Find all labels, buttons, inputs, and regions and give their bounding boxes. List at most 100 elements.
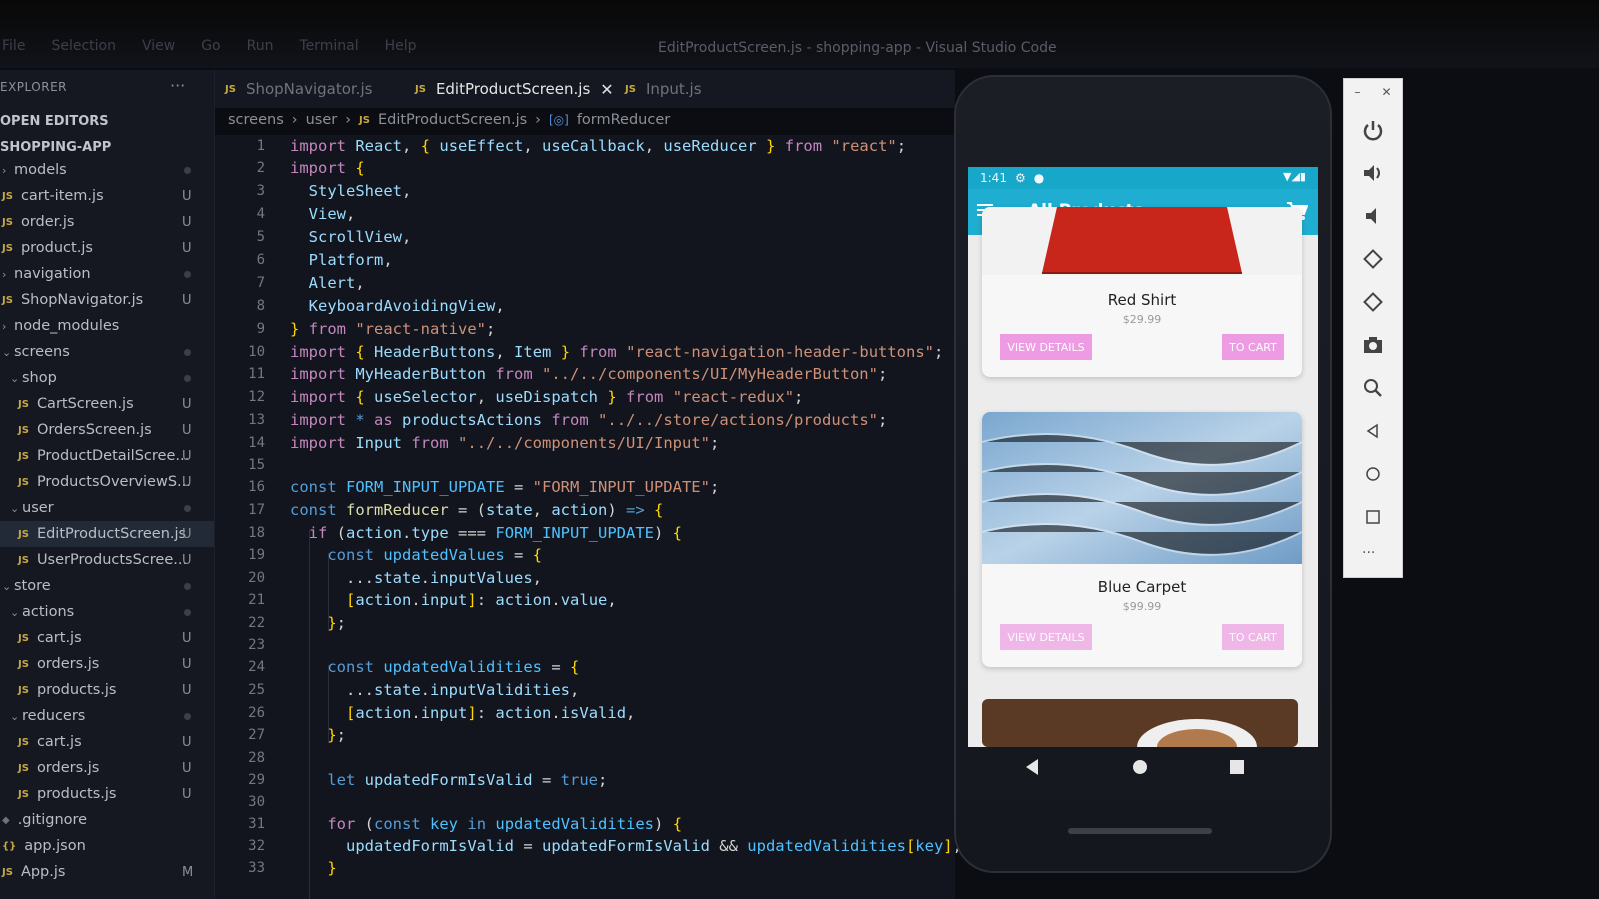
sidebar-item[interactable]: JS orders.js U <box>0 651 214 677</box>
sidebar-item[interactable]: JS EditProductScreen.js U <box>0 521 214 547</box>
code-editor[interactable]: 1 2 3 4 5 6 7 8 9 10 11 12 13 14 15 16 17 18 19 20 21 22 23 24 2… <box>215 135 962 899</box>
sidebar-item[interactable]: JS App.js M <box>0 859 214 885</box>
code-line: import { HeaderButtons, Item } from "rea… <box>290 343 944 361</box>
menu-file[interactable]: File <box>0 38 27 54</box>
menu-help[interactable]: Help <box>383 38 419 54</box>
js-file-icon: JS <box>18 762 29 774</box>
camera-icon[interactable] <box>1360 332 1386 358</box>
git-status-badge: M <box>182 864 194 880</box>
chevron-right-icon: › <box>291 112 298 128</box>
status-time: 1:41 <box>980 171 1007 185</box>
close-icon[interactable]: ✕ <box>1381 85 1391 99</box>
sidebar-item[interactable]: JS cart.js U <box>0 729 214 755</box>
js-file-icon: JS <box>359 114 370 126</box>
product-card[interactable]: Red Shirt $29.99 VIEW DETAILS TO CART <box>982 207 1302 377</box>
rotate-right-icon[interactable] <box>1360 289 1386 315</box>
sidebar-item[interactable]: JS OrdersScreen.js U <box>0 417 214 443</box>
sidebar-item[interactable]: {} app.json <box>0 833 214 859</box>
sidebar-item[interactable]: JS products.js U <box>0 677 214 703</box>
sidebar-item[interactable]: JS CartScreen.js U <box>0 391 214 417</box>
tab-shopnavigator[interactable]: JS ShopNavigator.js <box>225 70 372 108</box>
tab-label: ShopNavigator.js <box>245 80 373 98</box>
home-icon[interactable] <box>1360 461 1386 487</box>
line-number: 24 <box>248 659 265 675</box>
power-icon[interactable] <box>1360 117 1386 143</box>
open-editors-section[interactable]: OPEN EDITORS <box>0 108 214 134</box>
line-number: 9 <box>256 321 265 337</box>
sidebar-item[interactable]: JS ProductsOverviewS... U <box>0 469 214 495</box>
js-file-icon: JS <box>415 83 426 95</box>
sidebar-item[interactable]: ⌄ shop <box>0 365 214 391</box>
emulator-window-controls: – ✕ <box>1344 85 1402 99</box>
rotate-left-icon[interactable] <box>1360 246 1386 272</box>
breadcrumb-item[interactable]: screens <box>228 112 284 128</box>
js-file-icon: JS <box>18 476 29 488</box>
tab-input[interactable]: JS Input.js <box>625 70 702 108</box>
view-details-button[interactable]: VIEW DETAILS <box>1000 334 1092 360</box>
minimize-icon[interactable]: – <box>1354 85 1360 99</box>
volume-down-icon[interactable] <box>1360 203 1386 229</box>
sidebar-item-label: screens <box>14 344 70 360</box>
sidebar-item-label: app.json <box>24 838 86 854</box>
back-icon[interactable] <box>1026 759 1038 775</box>
breadcrumb-item[interactable]: formReducer <box>577 112 670 128</box>
sidebar-item[interactable]: JS cart-item.js U <box>0 183 214 209</box>
breadcrumb-item[interactable]: EditProductScreen.js <box>378 112 527 128</box>
sidebar-item[interactable]: ⌄ actions <box>0 599 214 625</box>
sidebar-item[interactable]: ◆ .gitignore <box>0 807 214 833</box>
breadcrumb-item[interactable]: user <box>306 112 338 128</box>
tab-editproductscreen[interactable]: JS EditProductScreen.js ✕ <box>415 70 614 108</box>
sidebar-item[interactable]: ⌄ user <box>0 495 214 521</box>
zoom-icon[interactable] <box>1360 375 1386 401</box>
sidebar-item[interactable]: JS cart.js U <box>0 625 214 651</box>
sidebar-item[interactable]: ⌄ store <box>0 573 214 599</box>
chevron-icon: ⌄ <box>2 345 12 359</box>
menu-selection[interactable]: Selection <box>49 38 118 54</box>
sidebar-item-label: node_modules <box>14 318 120 334</box>
line-number: 25 <box>248 682 265 698</box>
phone-screen[interactable]: 1:41 ⚙ ● ▼◢▮ All Products Red Shirt $29.… <box>968 167 1318 747</box>
sidebar-item[interactable]: JS products.js U <box>0 781 214 807</box>
back-icon[interactable] <box>1360 418 1386 444</box>
sidebar-item[interactable]: JS UserProductsScree... U <box>0 547 214 573</box>
sidebar-item[interactable]: JS orders.js U <box>0 755 214 781</box>
product-card[interactable]: Blue Carpet $99.99 VIEW DETAILS TO CART <box>982 412 1302 667</box>
git-status-badge: U <box>182 760 192 776</box>
sidebar-item[interactable]: › navigation <box>0 261 214 287</box>
sidebar-item[interactable]: › node_modules <box>0 313 214 339</box>
menu-terminal[interactable]: Terminal <box>297 38 360 54</box>
sidebar-item[interactable]: JS ProductDetailScree... U <box>0 443 214 469</box>
menu-view[interactable]: View <box>140 38 177 54</box>
sidebar-item[interactable]: › models <box>0 157 214 183</box>
sidebar-item[interactable]: ⌄ screens <box>0 339 214 365</box>
code-line: for (const key in updatedValidities) { <box>327 815 683 833</box>
more-icon[interactable]: ··· <box>1362 545 1375 561</box>
volume-up-icon[interactable] <box>1360 160 1386 186</box>
line-number: 7 <box>256 275 265 291</box>
sidebar-item[interactable]: JS product.js U <box>0 235 214 261</box>
to-cart-button[interactable]: TO CART <box>1222 334 1284 360</box>
line-number: 6 <box>256 252 265 268</box>
view-details-button[interactable]: VIEW DETAILS <box>1000 624 1092 650</box>
close-icon[interactable]: ✕ <box>600 80 613 99</box>
menu-run[interactable]: Run <box>245 38 276 54</box>
code-line: ScrollView, <box>308 228 412 246</box>
recents-icon[interactable] <box>1230 760 1244 774</box>
code-line: const updatedValidities = { <box>327 658 580 676</box>
line-number: 27 <box>248 727 265 743</box>
section-label: SHOPPING-APP <box>0 139 112 155</box>
overview-icon[interactable] <box>1360 504 1386 530</box>
explorer-more-button[interactable]: ··· <box>170 76 185 95</box>
sidebar-item-label: cart.js <box>36 734 82 750</box>
js-file-icon: JS <box>2 866 13 878</box>
sidebar-item-label: CartScreen.js <box>36 396 134 412</box>
sidebar-item[interactable]: JS ShopNavigator.js U <box>0 287 214 313</box>
sidebar-item[interactable]: JS order.js U <box>0 209 214 235</box>
to-cart-button[interactable]: TO CART <box>1222 624 1284 650</box>
home-icon[interactable] <box>1133 760 1147 774</box>
sidebar-item[interactable]: ⌄ reducers <box>0 703 214 729</box>
code-line: [action.input]: action.value, <box>346 591 617 609</box>
git-file-icon: ◆ <box>2 814 10 826</box>
code-line: }; <box>327 614 347 632</box>
menu-go[interactable]: Go <box>199 38 222 54</box>
